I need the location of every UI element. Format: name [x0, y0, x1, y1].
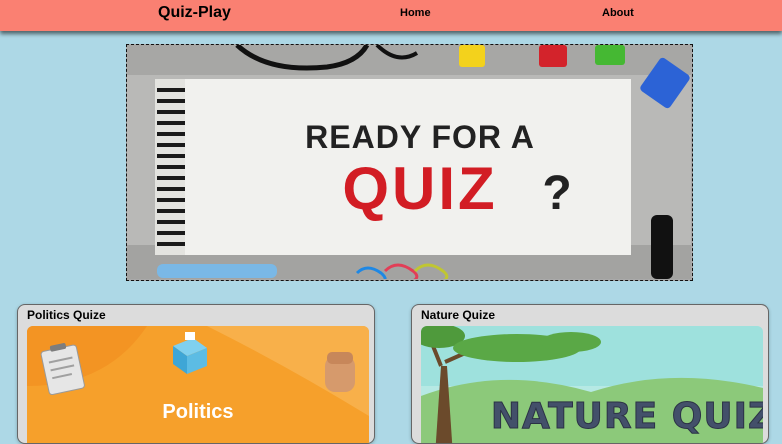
- hero-text-quiz: QUIZ: [342, 155, 497, 222]
- hero-banner-image: READY FOR A QUIZ ?: [126, 44, 693, 281]
- black-marker-icon: [651, 215, 673, 279]
- yellow-marker-icon: [459, 45, 485, 67]
- blue-pen-icon: [157, 264, 277, 278]
- spiral-binding-icon: [157, 88, 185, 246]
- hero-text-line1: READY FOR A: [305, 119, 535, 155]
- navbar: Quiz-Play Home About: [0, 0, 782, 31]
- brand-logo-link[interactable]: Quiz-Play: [158, 4, 231, 22]
- card-title-politics: Politics Quize: [27, 308, 106, 322]
- raised-fist-icon: [325, 352, 355, 392]
- politics-quiz-image[interactable]: Politics: [27, 326, 369, 443]
- quiz-card-nature[interactable]: Nature Quize NATURE QUIZ: [411, 304, 769, 444]
- green-marker-icon: [595, 45, 625, 65]
- quiz-card-politics[interactable]: Politics Quize Politics: [17, 304, 375, 444]
- politics-image-label: Politics: [162, 401, 233, 423]
- politics-illustration: Politics: [27, 326, 369, 443]
- nature-illustration: NATURE QUIZ: [421, 326, 763, 443]
- hero-question-mark: ?: [542, 167, 571, 220]
- red-marker-icon: [539, 45, 567, 67]
- nav-link-home[interactable]: Home: [400, 7, 431, 19]
- nav-link-about[interactable]: About: [602, 7, 634, 19]
- card-title-nature: Nature Quize: [421, 308, 496, 322]
- nature-quiz-image[interactable]: NATURE QUIZ: [421, 326, 763, 443]
- hero-illustration: READY FOR A QUIZ ?: [127, 45, 691, 279]
